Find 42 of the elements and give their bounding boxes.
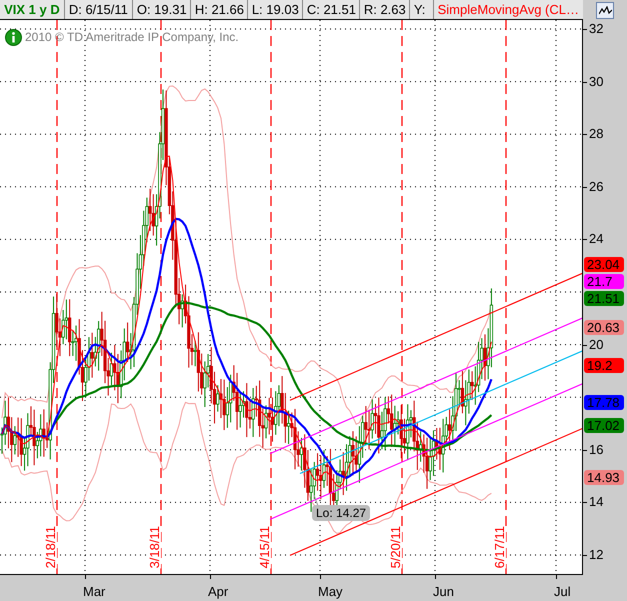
price-tag: 21.7 [584, 274, 624, 289]
y-axis-label: 20 [589, 338, 604, 351]
quote-field: O: 19.31 [132, 0, 191, 19]
y-axis-label: 30 [589, 74, 604, 88]
quote-field: R: 2.63 [360, 0, 410, 19]
quote-field: C: 21.51 [302, 0, 360, 19]
chart-style-button[interactable] [596, 2, 614, 19]
price-tag: 21.51 [584, 291, 624, 306]
date-marker-label: 6/17/11 [493, 526, 506, 568]
price-tag: 20.63 [584, 320, 624, 335]
price-tag: 14.93 [584, 470, 624, 485]
x-axis-label: May [318, 583, 343, 601]
quote-field: D: 6/15/11 [64, 0, 133, 19]
study-label[interactable]: SimpleMovingAvg (CL… [434, 0, 583, 19]
y-axis-label: 26 [589, 180, 604, 193]
x-axis-label: Mar [83, 583, 106, 601]
y-axis-label: 28 [589, 127, 604, 140]
symbol-label: VIX 1 y D [0, 0, 65, 19]
date-marker-label: 2/18/11 [44, 526, 57, 568]
date-marker-label: 5/20/11 [389, 526, 402, 568]
y-axis-label: 32 [589, 22, 604, 35]
price-tag: 17.78 [584, 395, 624, 410]
line-chart-icon [598, 6, 612, 16]
info-icon [5, 28, 22, 46]
quote-field: Y: [410, 0, 434, 19]
x-axis-label: Apr [208, 583, 228, 601]
x-axis-label: Jul [554, 583, 571, 601]
copyright-text: 2010 © TD Ameritrade IP Company, Inc. [25, 29, 239, 46]
leader-line [314, 494, 318, 506]
date-marker-label: 3/18/11 [148, 526, 161, 568]
price-tag: 17.02 [584, 418, 624, 433]
price-tag: 19.2 [584, 358, 624, 373]
y-axis-label: 16 [589, 442, 604, 456]
y-axis-label: 12 [589, 548, 604, 561]
quote-field: H: 21.66 [190, 0, 248, 19]
price-tag: 23.04 [584, 257, 624, 272]
quote-field: L: 19.03 [248, 0, 303, 19]
date-marker-label: 4/15/11 [258, 526, 271, 568]
y-axis-label: 14 [589, 495, 604, 508]
y-axis-label: 24 [589, 232, 604, 246]
low-price-label: Lo: 14.27 [312, 505, 370, 521]
x-axis-label: Jun [433, 583, 454, 601]
